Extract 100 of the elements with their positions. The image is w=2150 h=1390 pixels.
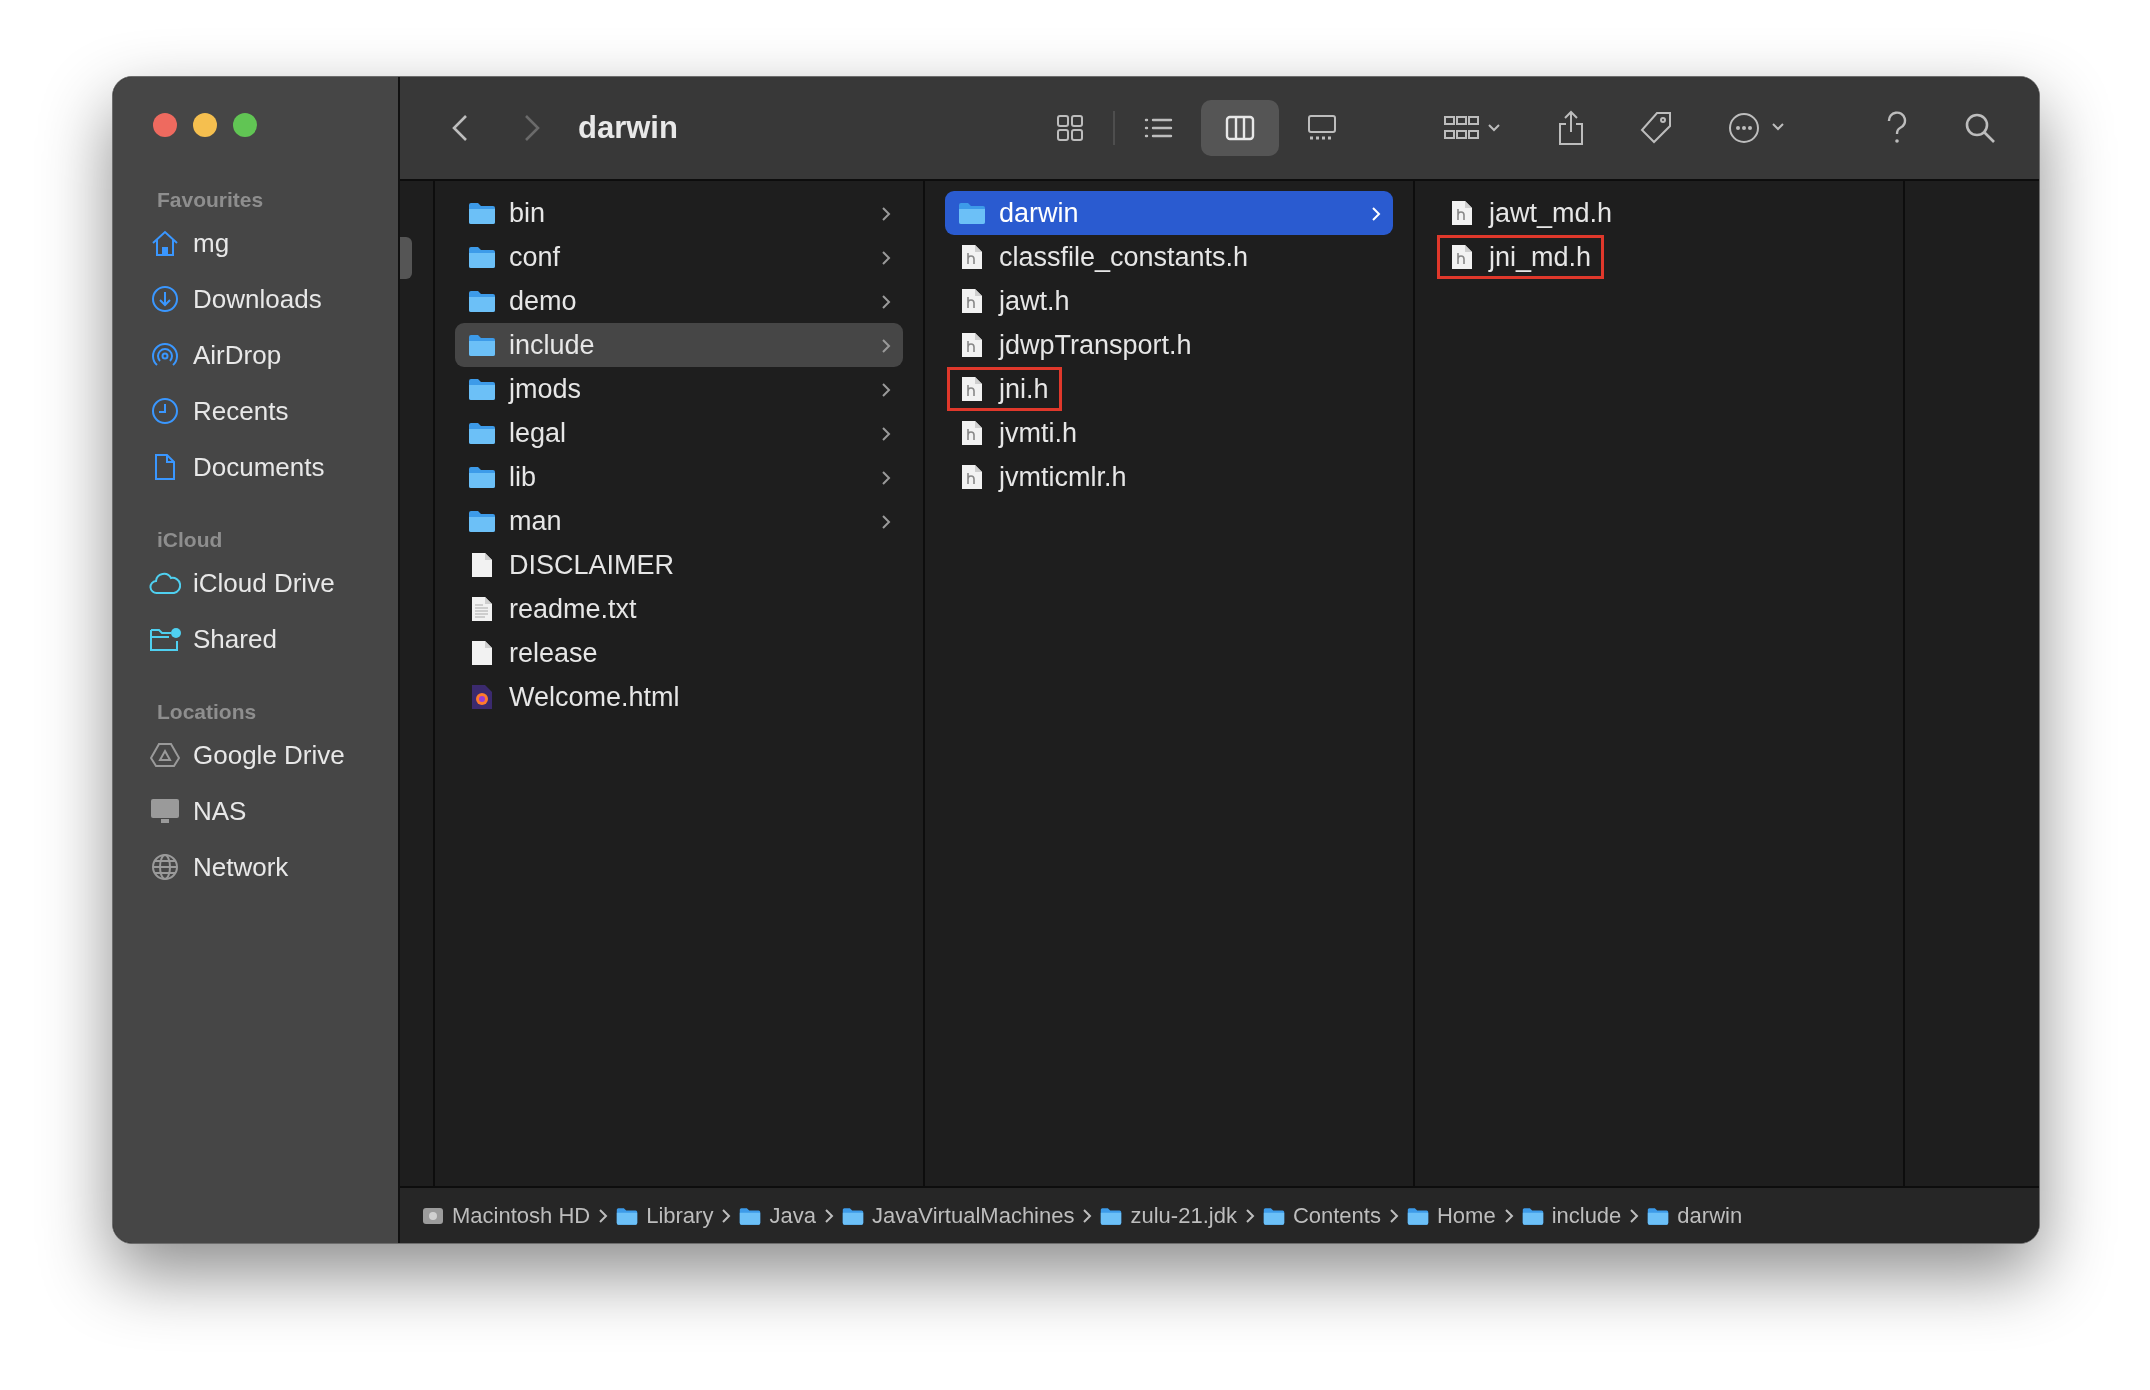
path-item[interactable]: Home xyxy=(1436,1202,1496,1229)
globe-icon xyxy=(151,853,179,881)
file-row[interactable]: classfile_constants.h xyxy=(945,235,1393,279)
folder-icon xyxy=(468,466,496,488)
file-name: include xyxy=(509,329,595,361)
header-file-icon xyxy=(960,420,984,446)
file-name: jvmticmlr.h xyxy=(999,461,1127,493)
header-file-icon xyxy=(960,464,984,490)
separator-icon xyxy=(598,1207,609,1224)
path-item[interactable]: Macintosh HD xyxy=(452,1202,591,1229)
separator-icon xyxy=(1244,1207,1255,1224)
file-row[interactable]: demo xyxy=(455,279,903,323)
folder-icon xyxy=(468,378,496,400)
file-row[interactable]: Welcome.html xyxy=(455,675,903,719)
folder-icon xyxy=(616,1206,639,1225)
file-row[interactable]: darwin xyxy=(945,191,1393,235)
path-item[interactable]: Contents xyxy=(1292,1202,1381,1229)
sidebar-item[interactable]: Google Drive xyxy=(145,727,398,783)
file-row[interactable]: DISCLAIMER xyxy=(455,543,903,587)
path-item[interactable]: Java xyxy=(769,1202,816,1229)
separator-icon xyxy=(823,1207,834,1224)
header-file-icon xyxy=(960,288,984,314)
file-name: demo xyxy=(509,285,577,317)
section-title: iCloud xyxy=(157,527,224,553)
window-title: darwin xyxy=(578,110,678,146)
close-button[interactable] xyxy=(153,113,177,137)
chevron-icon xyxy=(881,469,891,486)
file-name: jvmti.h xyxy=(999,417,1077,449)
sidebar-item[interactable]: Network xyxy=(145,839,398,895)
path-item[interactable]: Library xyxy=(646,1202,714,1229)
folder-icon xyxy=(1647,1206,1670,1225)
zoom-button[interactable] xyxy=(233,113,257,137)
path-item[interactable]: JavaVirtualMachines xyxy=(871,1202,1075,1229)
file-name: bin xyxy=(509,197,546,229)
help-icon xyxy=(1885,111,1909,145)
display-icon xyxy=(150,797,180,825)
header-file-icon xyxy=(1450,200,1474,226)
header-file-icon xyxy=(960,332,984,358)
sidebar-item[interactable]: Recents xyxy=(145,383,398,439)
section-title: Locations xyxy=(157,699,258,725)
file-name: jni.h xyxy=(999,373,1049,405)
file-row[interactable]: legal xyxy=(455,411,903,455)
file-name: jawt.h xyxy=(999,285,1070,317)
file-row[interactable]: include xyxy=(455,323,903,367)
folder-icon xyxy=(468,246,496,268)
cloud-icon xyxy=(149,571,181,595)
file-row[interactable]: jvmticmlr.h xyxy=(945,455,1393,499)
text-file-icon xyxy=(470,596,494,622)
sidebar-item[interactable]: AirDrop xyxy=(145,327,398,383)
sidebar-item[interactable]: Shared xyxy=(145,611,398,667)
home-icon xyxy=(150,229,180,257)
chevron-icon xyxy=(1371,205,1381,222)
file-row[interactable]: jni_md.h xyxy=(1435,235,1883,279)
document-icon xyxy=(470,640,494,666)
file-name: lib xyxy=(509,461,536,493)
sidebar-item[interactable]: Documents xyxy=(145,439,398,495)
header-file-icon xyxy=(960,376,984,402)
file-name: conf xyxy=(509,241,561,273)
search-icon xyxy=(1963,111,1997,145)
sidebar-item[interactable]: NAS xyxy=(145,783,398,839)
file-name: man xyxy=(509,505,562,537)
sidebar-item[interactable]: mg xyxy=(145,215,398,271)
file-row[interactable]: readme.txt xyxy=(455,587,903,631)
share-icon xyxy=(1557,110,1585,146)
separator-icon xyxy=(721,1207,732,1224)
file-name: readme.txt xyxy=(509,593,637,625)
gallery-view-icon xyxy=(1307,113,1337,143)
file-name: jni_md.h xyxy=(1489,241,1592,273)
file-row[interactable]: jni.h xyxy=(945,367,1393,411)
separator-icon xyxy=(1503,1207,1514,1224)
chevron-icon xyxy=(881,381,891,398)
file-name: jawt_md.h xyxy=(1489,197,1613,229)
file-name: release xyxy=(509,637,598,669)
columns-view-button[interactable] xyxy=(1201,100,1279,156)
path-item[interactable]: include xyxy=(1551,1202,1622,1229)
minimize-button[interactable] xyxy=(193,113,217,137)
file-row[interactable]: jawt_md.h xyxy=(1435,191,1883,235)
file-row[interactable]: man xyxy=(455,499,903,543)
file-row[interactable]: lib xyxy=(455,455,903,499)
file-row[interactable]: jmods xyxy=(455,367,903,411)
file-name: Welcome.html xyxy=(509,681,680,713)
file-row[interactable]: release xyxy=(455,631,903,675)
sidebar-item[interactable]: Downloads xyxy=(145,271,398,327)
file-row[interactable]: jawt.h xyxy=(945,279,1393,323)
file-row[interactable]: jdwpTransport.h xyxy=(945,323,1393,367)
web-document-icon xyxy=(470,684,494,710)
forward-icon xyxy=(523,113,541,143)
file-row[interactable]: conf xyxy=(455,235,903,279)
path-item[interactable]: zulu-21.jdk xyxy=(1130,1202,1237,1229)
sidebar-item[interactable]: iCloud Drive xyxy=(145,555,398,611)
file-name: DISCLAIMER xyxy=(509,549,675,581)
file-name: legal xyxy=(509,417,567,449)
folder-icon xyxy=(1100,1206,1123,1225)
path-item[interactable]: darwin xyxy=(1677,1202,1743,1229)
shared-folder-icon xyxy=(149,626,181,652)
chevron-icon xyxy=(881,513,891,530)
file-row[interactable]: jvmti.h xyxy=(945,411,1393,455)
file-row[interactable]: bin xyxy=(455,191,903,235)
header-file-icon xyxy=(960,244,984,270)
columns-view-icon xyxy=(1225,113,1255,143)
